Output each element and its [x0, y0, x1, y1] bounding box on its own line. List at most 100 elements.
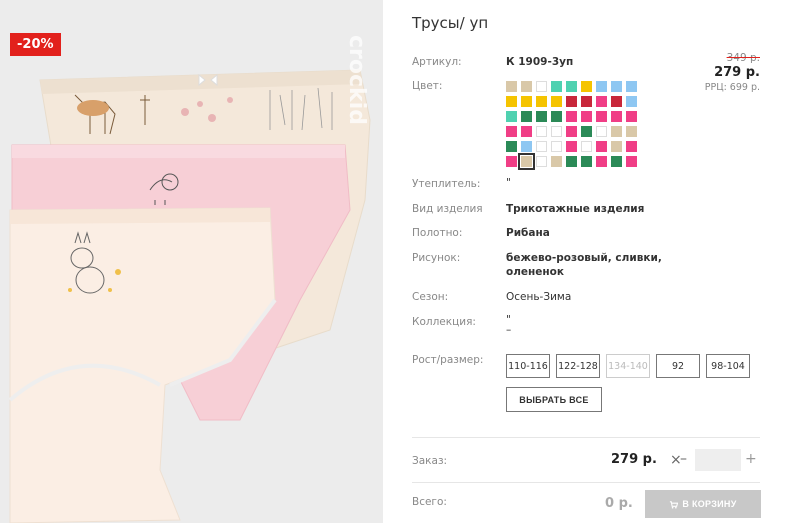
size-option[interactable]: 122-128 [556, 354, 600, 378]
add-to-cart-button[interactable]: В КОРЗИНУ [645, 490, 761, 518]
color-swatch[interactable] [626, 81, 637, 92]
color-swatch[interactable] [536, 156, 547, 167]
type-label: Вид изделия [412, 203, 483, 215]
color-swatch[interactable] [536, 81, 547, 92]
fabric-label: Полотно: [412, 227, 463, 239]
color-swatch[interactable] [506, 126, 517, 137]
article-label: Артикул: [412, 56, 462, 68]
color-swatch[interactable] [581, 141, 592, 152]
old-price: 349 р. [726, 52, 760, 64]
color-swatch[interactable] [566, 81, 577, 92]
color-swatch[interactable] [551, 111, 562, 122]
cart-icon [670, 500, 679, 509]
size-options: 110-116 122-128 134-140 92 98-104 [506, 354, 750, 378]
product-photo[interactable]: -20% crockid [0, 0, 383, 523]
color-swatch-grid [506, 81, 646, 170]
color-label: Цвет: [412, 80, 443, 92]
season-value: Осень-Зима [506, 291, 572, 303]
color-swatch[interactable] [596, 126, 607, 137]
color-swatch[interactable] [521, 81, 532, 92]
color-swatch[interactable] [611, 96, 622, 107]
size-option[interactable]: 110-116 [506, 354, 550, 378]
color-swatch[interactable] [611, 126, 622, 137]
color-swatch[interactable] [506, 141, 517, 152]
color-swatch[interactable] [581, 96, 592, 107]
color-swatch[interactable] [596, 81, 607, 92]
size-option[interactable]: 98-104 [706, 354, 750, 378]
color-swatch[interactable] [551, 81, 562, 92]
watermark-text: crockid [344, 35, 369, 125]
color-swatch[interactable] [506, 156, 517, 167]
size-option: 134-140 [606, 354, 650, 378]
divider [412, 482, 760, 483]
color-swatch[interactable] [581, 81, 592, 92]
color-swatch[interactable] [506, 81, 517, 92]
color-swatch[interactable] [611, 111, 622, 122]
color-swatch[interactable] [596, 141, 607, 152]
color-swatch[interactable] [566, 111, 577, 122]
color-swatch[interactable] [626, 156, 637, 167]
type-value: Трикотажные изделия [506, 203, 645, 215]
divider [412, 437, 760, 438]
color-swatch[interactable] [521, 141, 532, 152]
color-swatch[interactable] [551, 126, 562, 137]
insulation-value: " [506, 177, 511, 189]
color-swatch[interactable] [611, 141, 622, 152]
total-label: Всего: [412, 496, 447, 508]
color-swatch[interactable] [581, 156, 592, 167]
discount-badge: -20% [10, 33, 61, 56]
color-swatch[interactable] [521, 111, 532, 122]
color-swatch[interactable] [596, 111, 607, 122]
color-swatch[interactable] [566, 96, 577, 107]
insulation-label: Утеплитель: [412, 178, 481, 190]
color-swatch[interactable] [626, 141, 637, 152]
color-swatch[interactable] [566, 156, 577, 167]
select-all-button[interactable]: ВЫБРАТЬ ВСЕ [506, 387, 602, 412]
color-swatch[interactable] [506, 111, 517, 122]
size-option[interactable]: 92 [656, 354, 700, 378]
pattern-label: Рисунок: [412, 252, 461, 264]
pattern-value-line1: бежево-розовый, сливки, [506, 252, 662, 264]
color-swatch[interactable] [626, 111, 637, 122]
order-label: Заказ: [412, 455, 448, 467]
rrp-price: РРЦ: 699 р. [704, 82, 760, 93]
color-swatch[interactable] [536, 141, 547, 152]
color-swatch[interactable] [521, 96, 532, 107]
color-swatch[interactable] [581, 126, 592, 137]
decrement-button[interactable]: – [680, 451, 687, 467]
color-swatch[interactable] [611, 156, 622, 167]
product-details: Трусы/ уп Артикул: К 1909-3уп 349 р. 279… [412, 0, 772, 523]
current-price: 279 р. [714, 65, 760, 80]
color-swatch[interactable] [536, 96, 547, 107]
fabric-value: Рибана [506, 227, 550, 239]
color-swatch[interactable] [551, 96, 562, 107]
article-value: К 1909-3уп [506, 56, 574, 68]
collection-value-line2: – [506, 324, 512, 336]
color-swatch[interactable] [581, 111, 592, 122]
pattern-value-line2: олененок [506, 266, 564, 278]
color-swatch[interactable] [551, 156, 562, 167]
color-swatch[interactable] [536, 126, 547, 137]
color-swatch[interactable] [536, 111, 547, 122]
color-swatch[interactable] [521, 126, 532, 137]
color-swatch[interactable] [596, 156, 607, 167]
season-label: Сезон: [412, 291, 449, 303]
quantity-input[interactable] [695, 449, 741, 471]
color-swatch[interactable] [596, 96, 607, 107]
order-price: 279 р. [611, 452, 657, 467]
color-swatch[interactable] [566, 141, 577, 152]
add-to-cart-label: В КОРЗИНУ [682, 499, 737, 509]
color-swatch[interactable] [506, 96, 517, 107]
color-swatch[interactable] [611, 81, 622, 92]
color-swatch[interactable] [626, 126, 637, 137]
color-swatch[interactable] [551, 141, 562, 152]
size-label: Рост/размер: [412, 354, 484, 366]
color-swatch[interactable] [626, 96, 637, 107]
color-swatch[interactable] [518, 153, 535, 170]
color-swatch[interactable] [566, 126, 577, 137]
product-illustration [8, 69, 371, 523]
collection-label: Коллекция: [412, 316, 476, 328]
total-value: 0 р. [605, 496, 633, 511]
increment-button[interactable]: + [745, 451, 757, 467]
brand-watermark: crockid [344, 35, 369, 125]
